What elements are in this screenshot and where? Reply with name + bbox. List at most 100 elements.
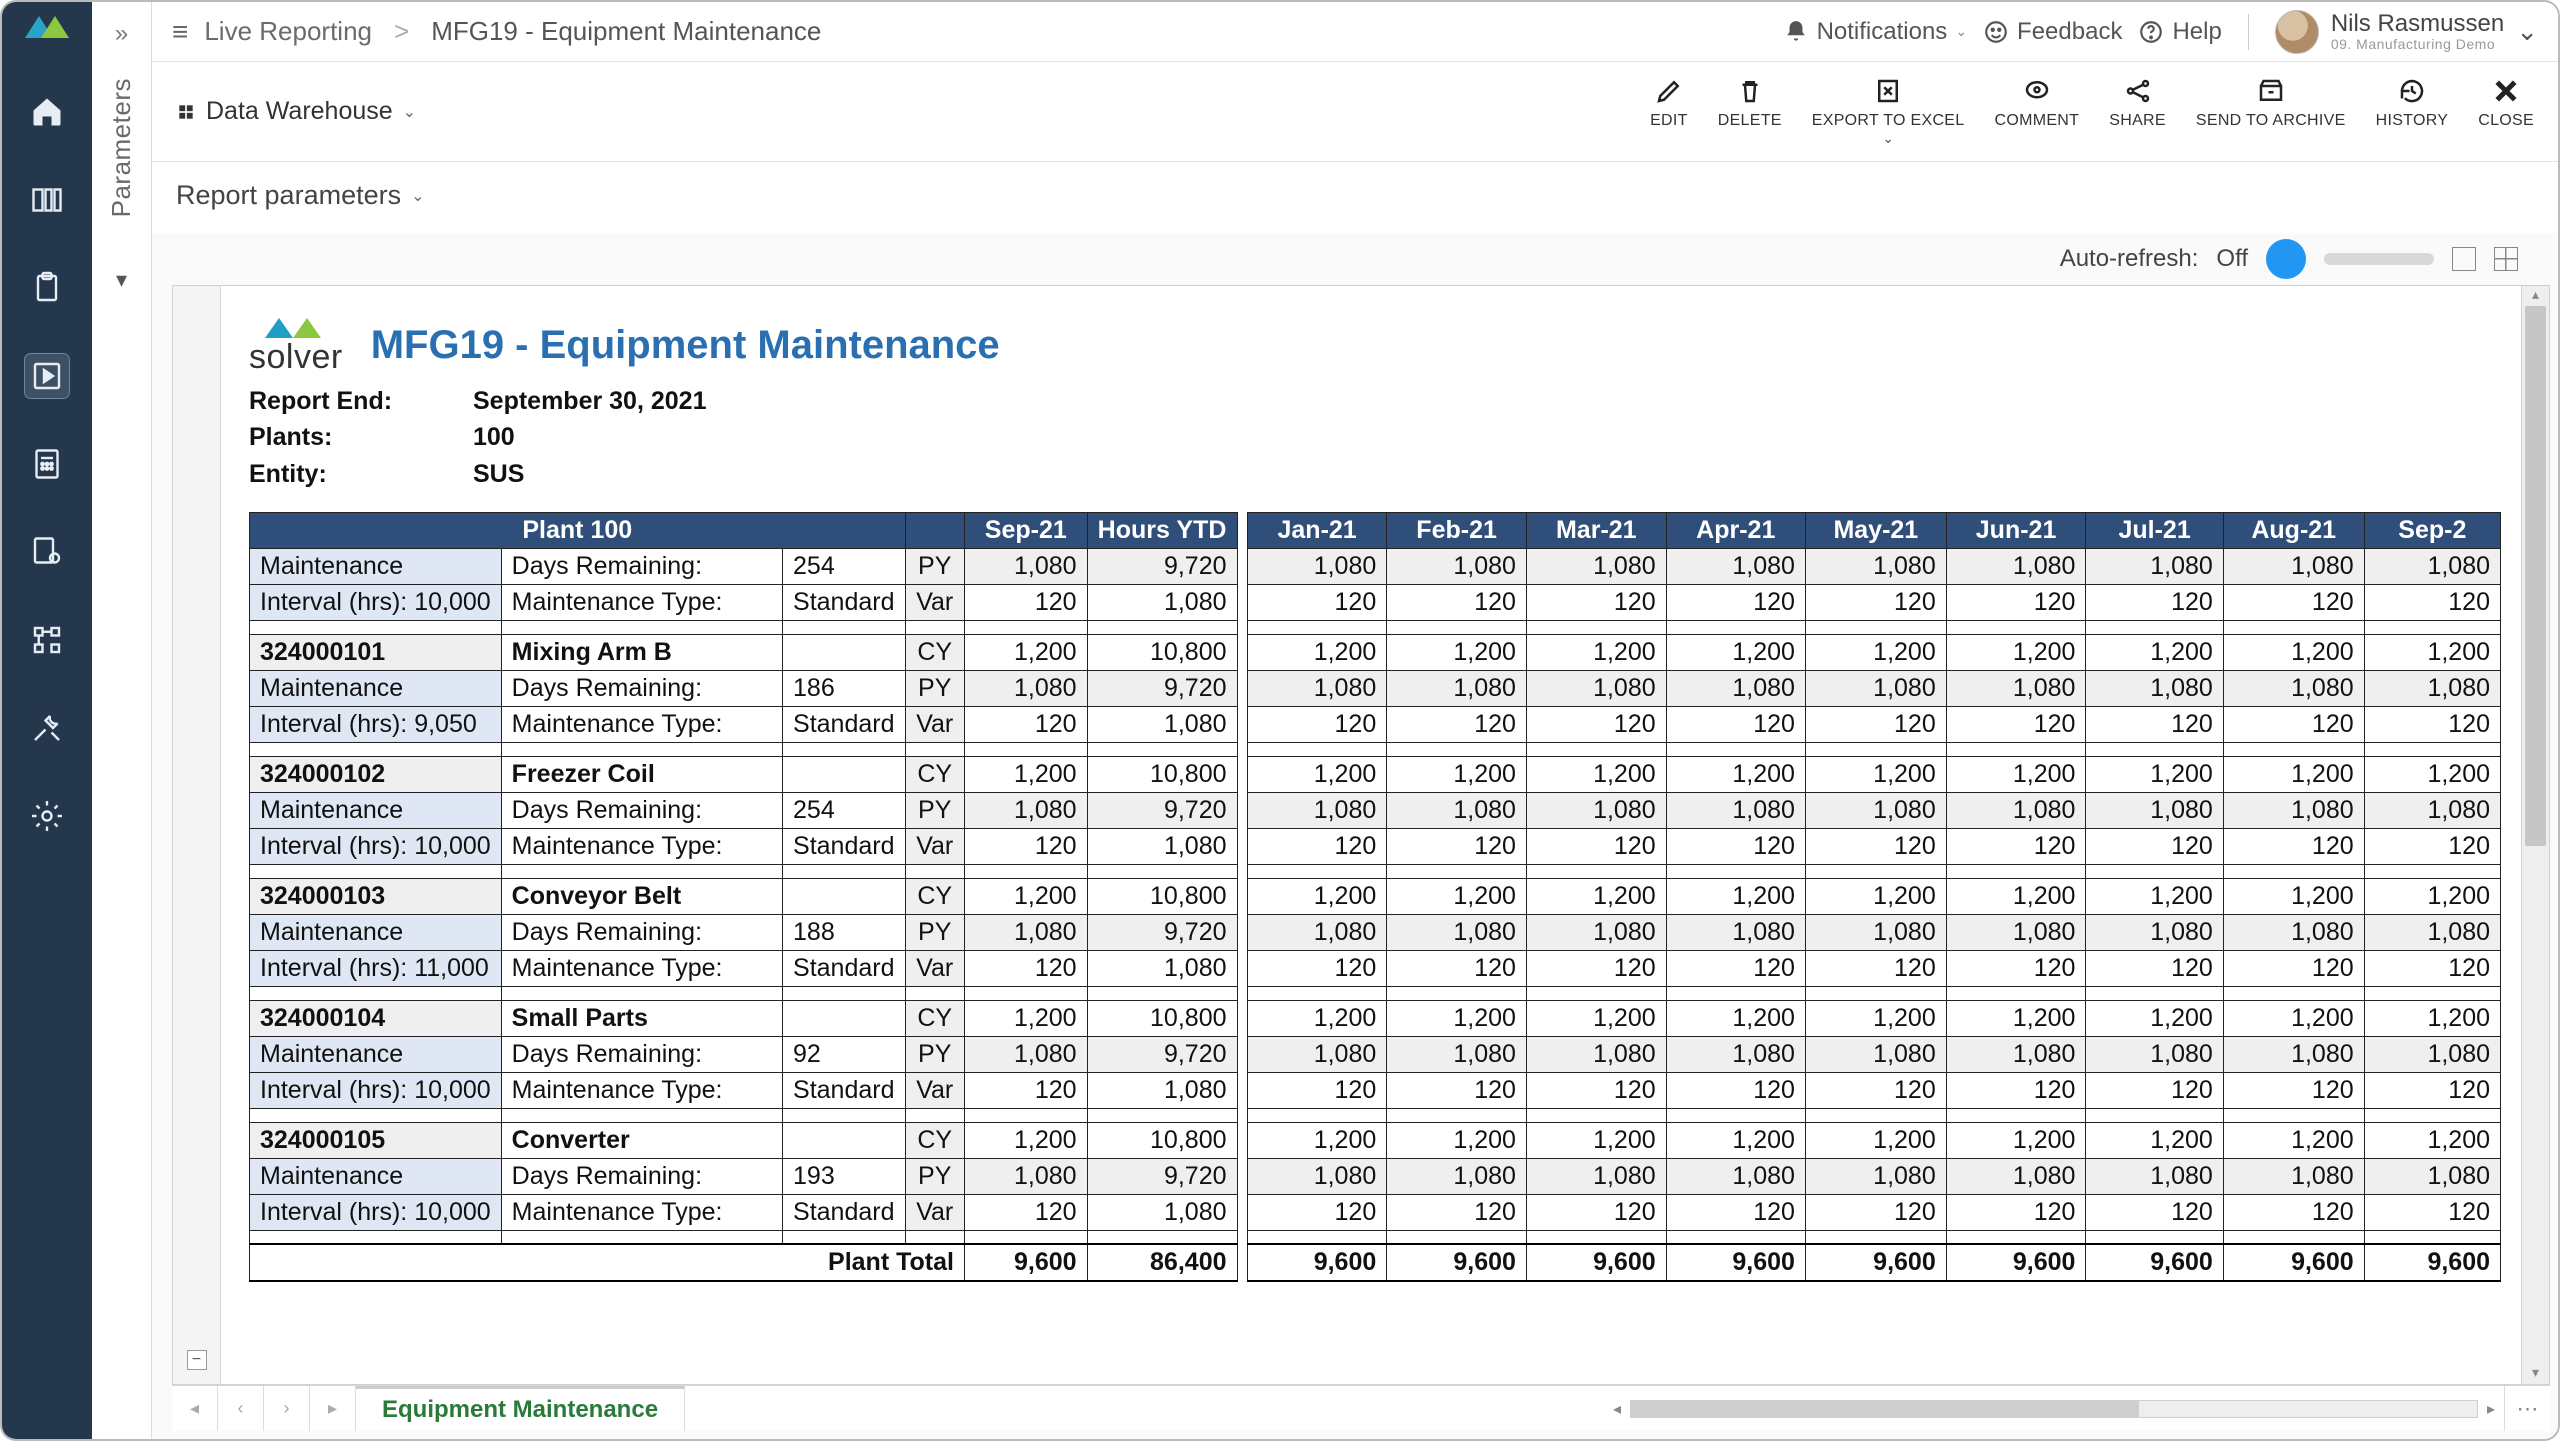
vertical-scrollbar[interactable]: ▴▾: [2521, 286, 2549, 1384]
cell: Standard: [783, 828, 905, 864]
cell: 1,200: [2223, 878, 2364, 914]
cell: Maintenance: [250, 914, 502, 950]
filter-icon[interactable]: ▾: [116, 267, 127, 293]
cell: 1,200: [1805, 1000, 1946, 1036]
data-warehouse-dropdown[interactable]: Data Warehouse ⌄: [176, 97, 416, 126]
cell: 9,600: [1526, 1244, 1666, 1281]
help-button[interactable]: Help: [2138, 18, 2221, 46]
export-excel-button[interactable]: EXPORT TO EXCEL⌄: [1812, 76, 1965, 147]
cell: 1,200: [2086, 634, 2223, 670]
cell: Var: [905, 1072, 964, 1108]
cell: 9,720: [1087, 548, 1237, 584]
sheet-tab[interactable]: Equipment Maintenance: [356, 1386, 685, 1431]
cell: 10,800: [1087, 756, 1237, 792]
cell: 188: [783, 914, 905, 950]
popout-icon[interactable]: [2452, 247, 2476, 271]
cell: 120: [1247, 1072, 1386, 1108]
cell: 9,720: [1087, 1036, 1237, 1072]
expand-parameters-icon[interactable]: »: [115, 20, 128, 48]
solver-logo: solver: [249, 314, 343, 377]
cell: Standard: [783, 950, 905, 986]
cell: 120: [1946, 1072, 2086, 1108]
th-month: Jan-21: [1247, 512, 1386, 548]
cell: 9,600: [1805, 1244, 1946, 1281]
cell: 1,080: [2223, 670, 2364, 706]
cell: 120: [2223, 1072, 2364, 1108]
tab-nav-next-icon[interactable]: ›: [264, 1386, 310, 1431]
cell: 1,080: [1805, 548, 1946, 584]
clipboard-icon[interactable]: [25, 266, 69, 310]
tools-icon[interactable]: [25, 706, 69, 750]
share-button[interactable]: SHARE: [2109, 76, 2166, 147]
cell: 1,200: [2364, 634, 2500, 670]
horizontal-scrollbar[interactable]: ◂▸: [1604, 1386, 2504, 1431]
cell: Maintenance Type:: [501, 950, 782, 986]
apps-icon[interactable]: [25, 178, 69, 222]
cell: 120: [1387, 706, 1527, 742]
tab-nav-first-icon[interactable]: ◂: [172, 1386, 218, 1431]
table-row: 324000102Freezer CoilCY1,20010,8001,2001…: [250, 756, 2501, 792]
table-row: Interval (hrs): 10,000Maintenance Type:S…: [250, 1072, 2501, 1108]
tab-nav-prev-icon[interactable]: ‹: [218, 1386, 264, 1431]
auto-refresh-toggle[interactable]: [2266, 239, 2306, 279]
brand-logo-icon: [25, 12, 69, 38]
workflow-icon[interactable]: [25, 618, 69, 662]
table-row: 324000103Conveyor BeltCY1,20010,8001,200…: [250, 878, 2501, 914]
cell: 9,600: [1247, 1244, 1386, 1281]
outline-gutter[interactable]: −: [173, 286, 221, 1384]
cell: [783, 756, 905, 792]
cell: 1,080: [1805, 914, 1946, 950]
close-button[interactable]: CLOSE: [2478, 76, 2534, 147]
auto-refresh-track[interactable]: [2324, 253, 2434, 265]
parameters-panel-collapsed: » Parameters ▾: [92, 2, 152, 1439]
cell: 1,200: [2364, 1122, 2500, 1158]
cell: PY: [905, 1036, 964, 1072]
table-row: MaintenanceDays Remaining:193PY1,0809,72…: [250, 1158, 2501, 1194]
menu-icon[interactable]: ≡: [172, 16, 188, 48]
history-button[interactable]: HISTORY: [2376, 76, 2449, 147]
cell: 1,080: [1666, 1036, 1805, 1072]
cell: 10,800: [1087, 1122, 1237, 1158]
report-parameters-dropdown[interactable]: Report parameters ⌄: [152, 162, 2558, 233]
cell: Var: [905, 706, 964, 742]
play-report-icon[interactable]: [25, 354, 69, 398]
cell: Maintenance Type:: [501, 1072, 782, 1108]
cell: 9,600: [2364, 1244, 2500, 1281]
delete-button[interactable]: DELETE: [1718, 76, 1782, 147]
th-sep21: Sep-21: [964, 512, 1087, 548]
edit-button[interactable]: EDIT: [1650, 76, 1688, 147]
collapse-node-icon[interactable]: −: [187, 1350, 207, 1370]
tab-nav-last-icon[interactable]: ▸: [310, 1386, 356, 1431]
grid-view-icon[interactable]: [2494, 247, 2518, 271]
cell: 120: [1526, 828, 1666, 864]
cell: 324000103: [250, 878, 502, 914]
comment-button[interactable]: COMMENT: [1994, 76, 2079, 147]
notifications-button[interactable]: Notifications ⌄: [1783, 18, 1967, 46]
cell: 1,200: [1247, 756, 1386, 792]
send-archive-button[interactable]: SEND TO ARCHIVE: [2196, 76, 2346, 147]
cell: 1,200: [2086, 1122, 2223, 1158]
user-menu[interactable]: Nils Rasmussen 09. Manufacturing Demo ⌄: [2275, 10, 2538, 54]
user-doc-icon[interactable]: [25, 530, 69, 574]
cell: 120: [2086, 1072, 2223, 1108]
cell: 1,200: [1526, 1122, 1666, 1158]
cell: 1,080: [2364, 548, 2500, 584]
cell: 1,200: [1247, 1000, 1386, 1036]
cell: 1,080: [1087, 950, 1237, 986]
cell: 120: [1946, 828, 2086, 864]
cell: PY: [905, 792, 964, 828]
calculator-icon[interactable]: [25, 442, 69, 486]
feedback-button[interactable]: Feedback: [1983, 18, 2122, 46]
cell: 1,080: [964, 670, 1087, 706]
tab-options-icon[interactable]: ⋯: [2504, 1386, 2550, 1431]
home-icon[interactable]: [25, 90, 69, 134]
cell: 1,080: [1087, 706, 1237, 742]
th-month: Feb-21: [1387, 512, 1527, 548]
cell: 1,200: [1247, 878, 1386, 914]
th-month: Apr-21: [1666, 512, 1805, 548]
settings-gear-icon[interactable]: [25, 794, 69, 838]
cell: 1,080: [964, 548, 1087, 584]
viewer-options: Auto-refresh: Off: [152, 233, 2558, 285]
cell: Interval (hrs): 11,000: [250, 950, 502, 986]
breadcrumb-root[interactable]: Live Reporting: [204, 16, 372, 47]
